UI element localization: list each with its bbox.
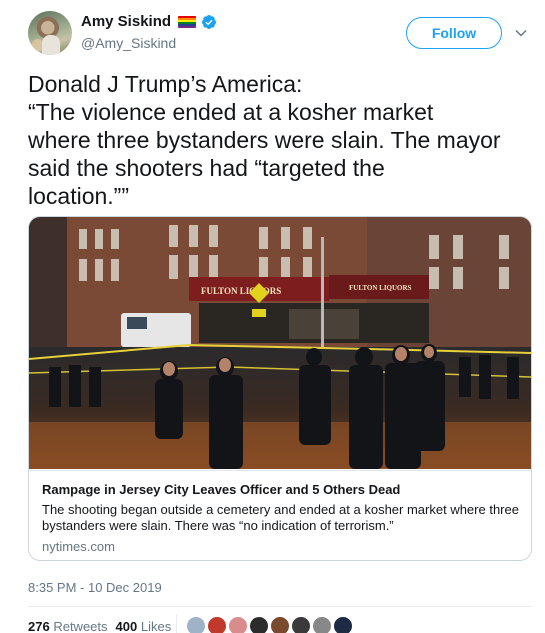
likes-stat[interactable]: 400 Likes <box>116 619 172 633</box>
avatar-figure <box>42 35 60 55</box>
rainbow-flag-icon <box>178 16 196 28</box>
card-title[interactable]: Rampage in Jersey City Leaves Officer an… <box>42 482 400 497</box>
tweet-text-line: location.”” <box>28 183 129 209</box>
divider <box>28 606 533 607</box>
retweets-count: 276 <box>28 619 50 633</box>
card-image-sign: FULTON LIQUORS <box>201 286 281 296</box>
tweet-timestamp[interactable]: 8:35 PM - 10 Dec 2019 <box>28 580 162 595</box>
tweet-text-line: “The violence ended at a kosher market <box>28 99 434 125</box>
card-domain[interactable]: nytimes.com <box>42 539 115 554</box>
tweet-stats: 276 Retweets 400 Likes <box>28 619 171 633</box>
author-avatar[interactable] <box>28 11 72 55</box>
liker-avatar[interactable] <box>291 616 311 633</box>
retweets-label: Retweets <box>53 619 108 633</box>
chevron-down-icon[interactable] <box>514 26 528 40</box>
likes-label: Likes <box>140 619 172 633</box>
liker-avatar[interactable] <box>228 616 248 633</box>
card-body[interactable]: Rampage in Jersey City Leaves Officer an… <box>29 470 531 560</box>
liker-avatar[interactable] <box>186 616 206 633</box>
liker-avatar[interactable] <box>312 616 332 633</box>
card-description: The shooting began outside a cemetery an… <box>42 502 519 533</box>
liker-avatar[interactable] <box>249 616 269 633</box>
liker-avatar[interactable] <box>333 616 353 633</box>
card-image-sign: FULTON LIQUORS <box>349 284 412 292</box>
follow-button[interactable]: Follow <box>406 17 502 49</box>
flag-stripe <box>178 26 196 28</box>
tweet-text: Donald J Trump’s America: “The violence … <box>28 70 533 210</box>
liker-avatar[interactable] <box>207 616 227 633</box>
author-name[interactable]: Amy Siskind <box>81 13 171 30</box>
retweets-stat[interactable]: 276 Retweets <box>28 619 108 633</box>
likes-count: 400 <box>115 619 138 633</box>
tweet-text-line: said the shooters had “targeted the <box>28 155 385 181</box>
tweet: Amy Siskind @Amy_Siskind Follow Donald J… <box>0 0 545 633</box>
card-image[interactable]: FULTON LIQUORS FULTON LIQUORS <box>29 217 531 469</box>
link-card[interactable]: FULTON LIQUORS FULTON LIQUORS Rampage in… <box>28 216 532 561</box>
author-handle[interactable]: @Amy_Siskind <box>81 35 176 51</box>
stats-divider <box>176 614 177 633</box>
tweet-text-line: Donald J Trump’s America: <box>28 71 303 97</box>
liker-avatar[interactable] <box>270 616 290 633</box>
verified-badge-icon <box>201 15 216 29</box>
tweet-text-line: where three bystanders were slain. The m… <box>28 127 501 153</box>
